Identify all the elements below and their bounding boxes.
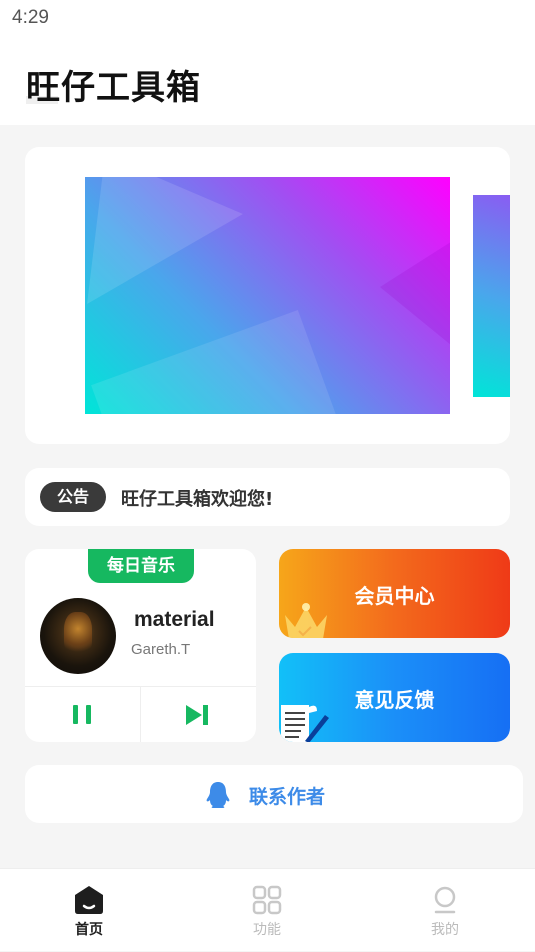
notice-badge: 公告 [40,482,106,512]
home-icon [75,886,103,914]
album-cover[interactable] [40,598,116,674]
contact-author-button[interactable]: 联系作者 [25,765,523,823]
music-tag: 每日音乐 [88,549,194,583]
profile-icon [434,886,456,914]
nav-item-profile[interactable]: 我的 [356,869,534,952]
feedback-label: 意见反馈 [354,688,435,712]
banner-facet [91,309,339,414]
bottom-nav: 首页 功能 我的 [0,868,535,951]
feedback-button[interactable]: 意见反馈 [279,653,510,742]
nav-item-features[interactable]: 功能 [178,869,356,952]
album-art-figure [64,612,92,654]
banner-facet [85,177,243,304]
banner-next-slide[interactable] [473,195,510,397]
music-card: 每日音乐 material Gareth.T [25,549,256,742]
status-bar: 4:29 [0,0,535,40]
song-title: material [134,608,215,631]
pause-button[interactable] [25,687,140,742]
next-track-button[interactable] [141,687,256,742]
app-header: 旺仔工具箱 [0,40,535,125]
vip-center-label: 会员中心 [354,584,435,608]
nav-label-profile: 我的 [431,922,459,938]
page-title: 旺仔工具箱 [26,68,201,108]
banner-facet [380,217,450,377]
banner-carousel[interactable] [25,147,510,444]
qq-penguin-icon [206,782,230,808]
grid-icon [252,885,282,915]
notice-bar[interactable]: 公告 旺仔工具箱欢迎您! [25,468,510,526]
nav-label-home: 首页 [75,922,103,938]
status-time: 4:29 [12,7,49,28]
contact-author-label: 联系作者 [249,786,326,808]
nav-item-home[interactable]: 首页 [0,869,178,952]
notice-text: 旺仔工具箱欢迎您! [121,489,274,510]
banner-slide[interactable] [85,177,450,414]
vip-center-button[interactable]: 会员中心 [279,549,510,638]
nav-label-features: 功能 [253,922,281,938]
song-artist: Gareth.T [131,641,191,658]
